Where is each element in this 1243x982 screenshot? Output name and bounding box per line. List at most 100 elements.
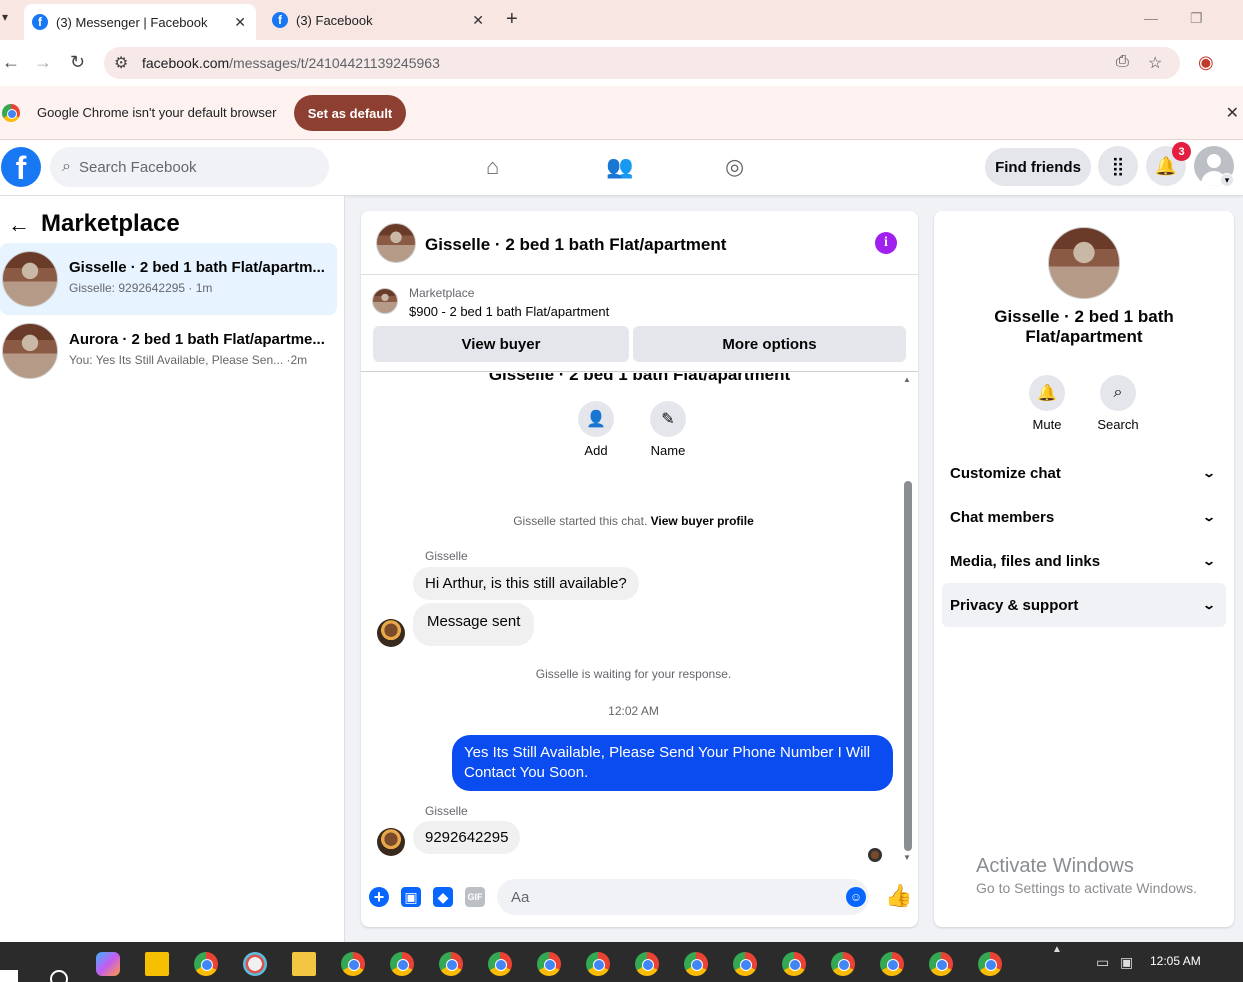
privacy-support-row[interactable]: Privacy & support ⌄ bbox=[942, 583, 1226, 627]
chrome-profile-icon[interactable] bbox=[537, 952, 561, 976]
search-label: Search bbox=[1097, 417, 1139, 432]
media-files-links-row[interactable]: Media, files and links ⌄ bbox=[942, 539, 1226, 583]
pencil-icon[interactable]: ✎ bbox=[650, 401, 686, 437]
mute-bell-icon[interactable]: 🔔 bbox=[1029, 375, 1065, 411]
infobar-message: Google Chrome isn't your default browser bbox=[37, 105, 277, 120]
chrome-profile-icon[interactable] bbox=[880, 952, 904, 976]
sticker-icon[interactable]: ◆ bbox=[433, 887, 453, 907]
chrome-icon[interactable] bbox=[194, 952, 218, 976]
gif-icon[interactable]: GIF bbox=[465, 887, 485, 907]
reload-icon[interactable]: ↻ bbox=[70, 52, 85, 73]
sender-avatar[interactable] bbox=[377, 619, 405, 647]
view-buyer-profile-link[interactable]: View buyer profile bbox=[651, 514, 754, 528]
thumbs-up-icon[interactable]: 👍 bbox=[885, 883, 912, 909]
message-bubble[interactable]: Hi Arthur, is this still available? bbox=[413, 567, 639, 600]
file-explorer-icon[interactable] bbox=[292, 952, 316, 976]
account-chevron-icon[interactable]: ▾ bbox=[1220, 173, 1234, 187]
info-icon[interactable]: i bbox=[875, 232, 897, 254]
battery-icon[interactable]: ▭ bbox=[1096, 954, 1109, 971]
chrome-profile-icon[interactable] bbox=[831, 952, 855, 976]
menu-dots-icon[interactable]: ⋮ bbox=[1236, 52, 1243, 73]
listing-thumbnail bbox=[372, 288, 398, 314]
search-icon[interactable]: ⌕ bbox=[1100, 375, 1136, 411]
chrome-profile-icon[interactable] bbox=[439, 952, 463, 976]
chrome-profile-icon[interactable] bbox=[733, 952, 757, 976]
back-arrow-icon[interactable]: ← bbox=[8, 212, 30, 238]
infobar-close-icon[interactable]: ✕ bbox=[1226, 103, 1239, 123]
home-icon[interactable]: ⌂ bbox=[486, 154, 499, 180]
taskbar-clock[interactable]: 12:05 AM bbox=[1150, 954, 1201, 968]
restore-icon[interactable]: ❐ bbox=[1190, 10, 1203, 27]
site-info-icon[interactable]: ⚙ bbox=[114, 53, 128, 73]
chrome-profile-icon[interactable] bbox=[978, 952, 1002, 976]
listing-source: Marketplace bbox=[409, 286, 475, 300]
find-friends-button[interactable]: Find friends bbox=[985, 148, 1091, 186]
emoji-icon[interactable]: ☺ bbox=[846, 887, 866, 907]
network-icon[interactable]: ▣ bbox=[1120, 954, 1133, 971]
view-buyer-button[interactable]: View buyer bbox=[373, 326, 629, 362]
chrome-profile-icon[interactable] bbox=[488, 952, 512, 976]
groups-icon[interactable]: ◎ bbox=[725, 154, 744, 180]
chrome-profile-icon[interactable] bbox=[929, 952, 953, 976]
message-timestamp: 12:02 AM bbox=[608, 704, 659, 718]
copilot-icon[interactable] bbox=[96, 952, 120, 976]
search-input[interactable] bbox=[78, 158, 299, 176]
conversation-name: Gisselle · 2 bed 1 bath Flat/apartm... bbox=[69, 259, 325, 276]
tab-close-icon[interactable]: ✕ bbox=[234, 14, 246, 31]
sticky-notes-icon[interactable] bbox=[145, 952, 169, 976]
paint-icon[interactable] bbox=[243, 952, 267, 976]
activate-windows-watermark: Activate Windows Go to Settings to activ… bbox=[976, 855, 1197, 896]
tray-chevron-up-icon[interactable]: ▲ bbox=[1052, 944, 1062, 955]
facebook-logo-icon[interactable]: f bbox=[1, 147, 41, 187]
chrome-profile-icon[interactable] bbox=[390, 952, 414, 976]
chevron-down-icon: ⌄ bbox=[1201, 510, 1217, 524]
message-list: Gisselle · 2 bed 1 bath Flat/apartment 👤… bbox=[361, 373, 918, 863]
menu-grid-icon[interactable]: ⣿ bbox=[1098, 146, 1138, 186]
contact-avatar[interactable] bbox=[1048, 227, 1120, 299]
scroll-thumb[interactable] bbox=[904, 481, 912, 851]
chrome-profile-icon[interactable] bbox=[341, 952, 365, 976]
chat-avatar[interactable] bbox=[376, 223, 416, 263]
back-arrow-icon[interactable]: ← bbox=[2, 52, 20, 73]
chrome-profile-icon[interactable] bbox=[586, 952, 610, 976]
windows-taskbar: ▲ ▭ ▣ 12:05 AM bbox=[0, 942, 1243, 982]
new-tab-plus-icon[interactable]: + bbox=[506, 8, 518, 31]
minimize-icon[interactable]: — bbox=[1144, 10, 1158, 26]
profile-icon[interactable]: ◉ bbox=[1198, 52, 1214, 73]
install-app-icon[interactable]: ⎙ bbox=[1116, 53, 1129, 71]
set-as-default-button[interactable]: Set as default bbox=[294, 95, 406, 131]
forward-arrow-icon[interactable]: → bbox=[34, 52, 52, 73]
add-person-icon[interactable]: 👤 bbox=[578, 401, 614, 437]
tab-facebook[interactable]: f (3) Facebook ✕ bbox=[264, 4, 494, 36]
message-input-box[interactable] bbox=[497, 879, 869, 915]
sidebar-title: Marketplace bbox=[41, 210, 180, 237]
scroll-up-icon[interactable]: ▲ bbox=[903, 375, 911, 384]
url-omnibox[interactable]: ⚙ facebook.com/messages/t/24104421139245… bbox=[104, 47, 1180, 79]
tab-messenger[interactable]: f (3) Messenger | Facebook ✕ bbox=[24, 4, 256, 40]
customize-chat-row[interactable]: Customize chat ⌄ bbox=[942, 451, 1226, 495]
chrome-profile-icon[interactable] bbox=[684, 952, 708, 976]
facebook-search[interactable]: ⌕ bbox=[50, 147, 329, 187]
friends-icon[interactable]: 👥 bbox=[606, 154, 633, 180]
sender-avatar[interactable] bbox=[377, 828, 405, 856]
scroll-down-icon[interactable]: ▼ bbox=[903, 853, 911, 862]
conversation-item[interactable]: Aurora · 2 bed 1 bath Flat/apartme... Yo… bbox=[0, 315, 337, 387]
bookmark-star-icon[interactable]: ☆ bbox=[1148, 53, 1162, 73]
message-bubble[interactable]: 9292642295 bbox=[413, 821, 521, 854]
chat-title[interactable]: Gisselle · 2 bed 1 bath Flat/apartment bbox=[425, 235, 726, 255]
message-input[interactable] bbox=[511, 888, 811, 906]
windows-start-icon[interactable] bbox=[0, 970, 18, 982]
chrome-profile-icon[interactable] bbox=[635, 952, 659, 976]
plus-icon[interactable]: + bbox=[369, 887, 389, 907]
chrome-profile-icon[interactable] bbox=[782, 952, 806, 976]
my-message-bubble[interactable]: Yes Its Still Available, Please Send You… bbox=[452, 735, 893, 791]
chat-members-row[interactable]: Chat members ⌄ bbox=[942, 495, 1226, 539]
message-bubble[interactable]: Message sent bbox=[413, 603, 535, 646]
tab-close-icon[interactable]: ✕ bbox=[472, 12, 484, 29]
more-options-button[interactable]: More options bbox=[633, 326, 906, 362]
taskbar-search-icon[interactable] bbox=[50, 970, 68, 982]
image-icon[interactable]: ▣ bbox=[401, 887, 421, 907]
message-scrollbar[interactable]: ▲ ▼ bbox=[903, 375, 913, 862]
tab-search-chevron-icon[interactable]: ▾ bbox=[2, 10, 8, 24]
conversation-item[interactable]: Gisselle · 2 bed 1 bath Flat/apartm... G… bbox=[0, 243, 337, 315]
